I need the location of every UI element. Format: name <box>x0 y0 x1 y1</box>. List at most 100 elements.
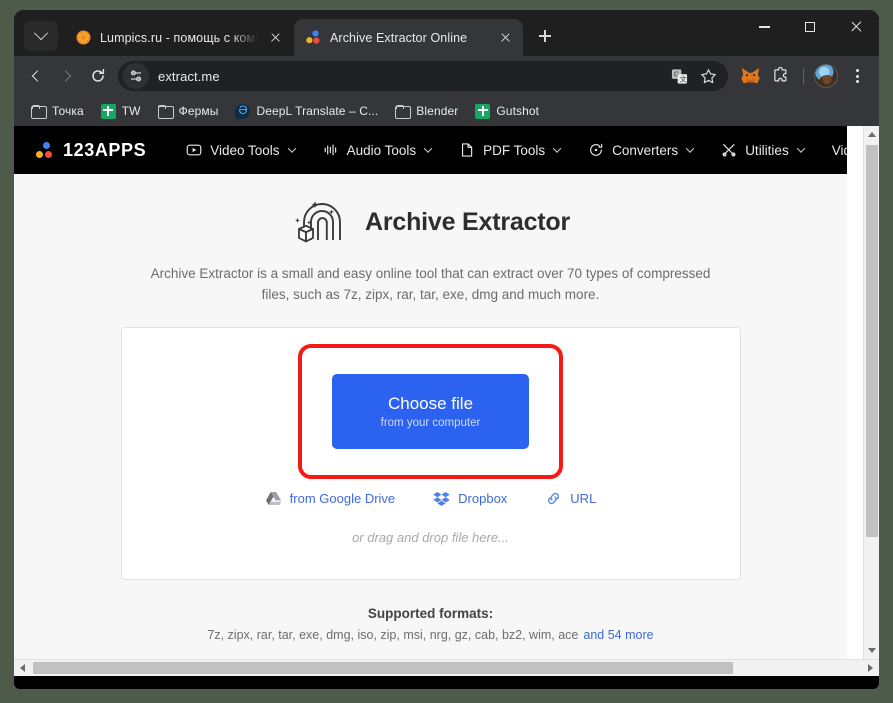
browser-menu-button[interactable] <box>842 61 872 91</box>
nav-pdf-tools[interactable]: PDF Tools <box>445 142 574 158</box>
bookmark-blender[interactable]: Blender <box>388 100 465 122</box>
page-description: Archive Extractor is a small and easy on… <box>150 266 711 302</box>
nav-label: Audio Tools <box>346 142 417 158</box>
metamask-extension-button[interactable] <box>735 61 765 91</box>
waveform-icon <box>324 144 336 156</box>
dropbox-source[interactable]: Dropbox <box>433 491 507 506</box>
tab-search-button[interactable] <box>24 21 58 51</box>
123apps-dots-icon <box>36 141 54 159</box>
scroll-up-button[interactable] <box>864 126 879 143</box>
google-sheets-icon <box>475 103 491 119</box>
bookmark-label: DeepL Translate – C... <box>256 104 379 118</box>
three-dots-menu-icon <box>855 68 859 72</box>
bookmark-label: Фермы <box>178 104 219 118</box>
choose-file-sublabel: from your computer <box>380 417 481 429</box>
reload-button[interactable] <box>83 61 113 91</box>
folder-icon <box>31 104 47 119</box>
page-viewport: 123APPS Video Tools Audio Tools PDF Tool… <box>14 126 879 659</box>
reload-icon <box>92 68 105 82</box>
svg-text:文: 文 <box>680 74 687 83</box>
maximize-icon <box>805 22 815 32</box>
horizontal-scrollbar[interactable] <box>14 659 879 676</box>
file-source-links: from Google Drive Dropbox URL <box>122 491 740 506</box>
forward-arrow-icon <box>59 70 72 82</box>
choose-file-label: Choose file <box>387 394 474 413</box>
source-label: URL <box>570 491 597 506</box>
bookmarks-bar: Точка TW Фермы DeepL Translate – C... Bl… <box>14 96 879 126</box>
browser-toolbar: extract.me G 文 <box>14 56 879 96</box>
caret-left-icon <box>20 664 25 672</box>
upload-dropzone[interactable]: Choose file from your computer from Goog… <box>120 327 741 580</box>
bookmark-tw[interactable]: TW <box>94 100 148 123</box>
nav-video-tools[interactable]: Video Tools <box>172 142 308 158</box>
nav-converters[interactable]: Converters <box>574 142 707 158</box>
browser-tab-archive-extractor[interactable]: Archive Extractor Online <box>294 19 523 56</box>
minimize-button[interactable] <box>741 10 787 44</box>
scroll-left-button[interactable] <box>14 660 31 676</box>
profile-avatar <box>814 64 838 88</box>
folder-icon <box>395 104 412 119</box>
tab-title: Archive Extractor Online <box>330 30 468 45</box>
nav-label: PDF Tools <box>483 142 546 158</box>
archive-rainbow-box-icon <box>291 196 353 249</box>
nav-audio-tools[interactable]: Audio Tools <box>309 142 446 158</box>
link-icon <box>548 492 560 505</box>
browser-tab-lumpics[interactable]: Lumpics.ru - помощь с компьютером <box>64 19 293 56</box>
translate-icon[interactable]: G 文 <box>666 63 693 90</box>
scroll-right-button[interactable] <box>862 660 879 676</box>
google-drive-icon <box>265 492 281 505</box>
maximize-button[interactable] <box>787 10 833 44</box>
choose-file-button[interactable]: Choose file from your computer <box>332 374 529 449</box>
url-text[interactable]: extract.me <box>158 69 220 84</box>
back-button[interactable] <box>21 61 51 91</box>
caret-up-icon <box>868 132 876 137</box>
bookmark-star-icon[interactable] <box>695 63 722 90</box>
bookmark-label: Blender <box>416 104 459 118</box>
tab-title: Lumpics.ru - помощь с компьютером <box>100 30 258 45</box>
new-tab-button[interactable] <box>531 22 559 50</box>
bookmark-deepl[interactable]: DeepL Translate – C... <box>228 100 385 123</box>
address-bar[interactable]: extract.me G 文 <box>118 61 728 91</box>
bookmark-label: TW <box>121 104 141 118</box>
vertical-scroll-thumb[interactable] <box>866 145 878 537</box>
bookmark-fermy[interactable]: Фермы <box>151 100 226 122</box>
chevron-down-icon <box>33 26 49 41</box>
brand-logo[interactable]: 123APPS <box>36 140 146 161</box>
extensions-puzzle-icon <box>774 67 787 82</box>
dropbox-icon <box>433 491 450 506</box>
bookmark-gutshot[interactable]: Gutshot <box>468 100 546 123</box>
back-arrow-icon <box>31 70 44 82</box>
window-controls <box>741 10 879 44</box>
horizontal-scroll-thumb[interactable] <box>33 662 733 674</box>
scroll-down-button[interactable] <box>864 642 879 659</box>
more-formats-link[interactable]: and 54 more <box>583 628 653 642</box>
site-settings-icon[interactable] <box>123 63 149 89</box>
chevron-down-icon <box>287 144 296 153</box>
drag-drop-hint: or drag and drop file here... <box>352 530 509 545</box>
nav-label: Video <box>831 142 847 158</box>
folder-icon <box>157 104 174 119</box>
vertical-scrollbar[interactable] <box>863 126 879 659</box>
google-drive-source[interactable]: from Google Drive <box>265 491 395 506</box>
chevron-down-icon <box>423 144 433 153</box>
close-button[interactable] <box>833 10 879 44</box>
bookmark-label: Точка <box>52 104 84 118</box>
bookmark-tochka[interactable]: Точка <box>24 100 91 122</box>
profile-button[interactable] <box>811 61 841 91</box>
choose-file-wrapper: Choose file from your computer <box>298 344 563 479</box>
convert-icon <box>590 143 603 156</box>
metamask-fox-icon <box>740 67 760 84</box>
page-title: Archive Extractor <box>364 208 571 236</box>
tab-close-button[interactable] <box>496 28 515 47</box>
url-source[interactable]: URL <box>545 491 596 506</box>
tab-strip: Lumpics.ru - помощь с компьютером Archiv… <box>14 10 879 56</box>
nav-utilities[interactable]: Utilities <box>707 142 818 158</box>
tab-close-button[interactable] <box>266 28 285 47</box>
forward-button[interactable] <box>52 61 82 91</box>
site-navigation: 123APPS Video Tools Audio Tools PDF Tool… <box>14 126 847 174</box>
nav-video-truncated[interactable]: Video <box>818 143 847 158</box>
chevron-down-icon <box>796 144 805 153</box>
extensions-button[interactable] <box>766 61 796 91</box>
bookmark-label: Gutshot <box>496 104 540 118</box>
play-icon <box>186 144 202 156</box>
